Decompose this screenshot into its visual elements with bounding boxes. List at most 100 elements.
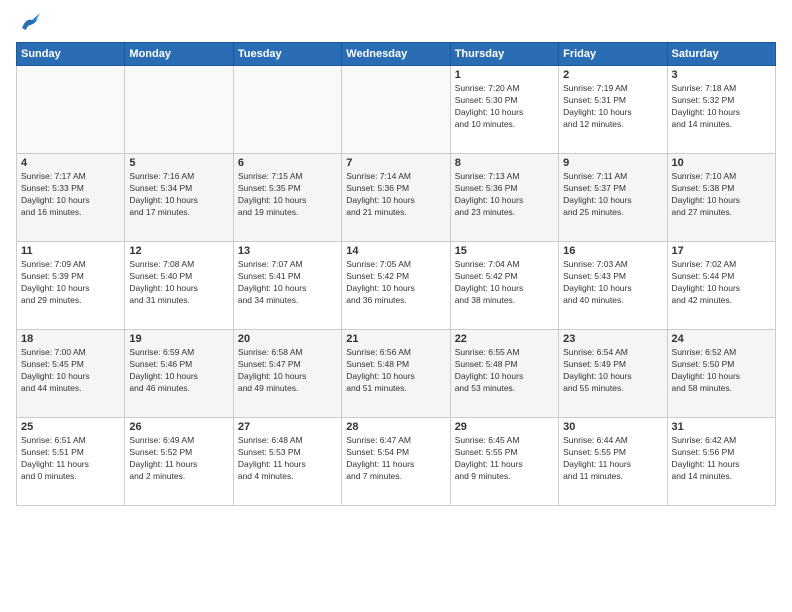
day-number: 25 — [21, 421, 120, 433]
calendar-cell — [342, 66, 450, 154]
calendar-week-4: 18Sunrise: 7:00 AMSunset: 5:45 PMDayligh… — [17, 330, 776, 418]
day-info: Sunrise: 7:11 AMSunset: 5:37 PMDaylight:… — [563, 171, 662, 219]
day-number: 1 — [455, 69, 554, 81]
day-info: Sunrise: 7:19 AMSunset: 5:31 PMDaylight:… — [563, 83, 662, 131]
calendar-header-row: SundayMondayTuesdayWednesdayThursdayFrid… — [17, 43, 776, 66]
calendar-cell: 17 Sunrise: 7:02 AMSunset: 5:44 PMDayligh… — [667, 242, 775, 330]
day-number: 3 — [672, 69, 771, 81]
calendar-cell: 30 Sunrise: 6:44 AMSunset: 5:55 PMDayligh… — [559, 418, 667, 506]
calendar-cell: 29Sunrise: 6:45 AMSunset: 5:55 PMDayligh… — [450, 418, 558, 506]
calendar-cell: 20 Sunrise: 6:58 AMSunset: 5:47 PMDayligh… — [233, 330, 341, 418]
calendar-cell: 6 Sunrise: 7:15 AMSunset: 5:35 PMDaylight… — [233, 154, 341, 242]
day-number: 19 — [129, 333, 228, 345]
day-number: 26 — [129, 421, 228, 433]
day-number: 6 — [238, 157, 337, 169]
calendar-cell: 22 Sunrise: 6:55 AMSunset: 5:48 PMDayligh… — [450, 330, 558, 418]
day-info: Sunrise: 6:52 AMSunset: 5:50 PMDaylight:… — [672, 347, 771, 395]
logo-bird-icon — [18, 12, 40, 34]
day-info: Sunrise: 7:10 AMSunset: 5:38 PMDaylight:… — [672, 171, 771, 219]
day-info: Sunrise: 7:17 AMSunset: 5:33 PMDaylight:… — [21, 171, 120, 219]
weekday-header-wednesday: Wednesday — [342, 43, 450, 66]
calendar-cell: 11 Sunrise: 7:09 AMSunset: 5:39 PMDayligh… — [17, 242, 125, 330]
day-info: Sunrise: 7:07 AMSunset: 5:41 PMDaylight:… — [238, 259, 337, 307]
day-info: Sunrise: 7:03 AMSunset: 5:43 PMDaylight:… — [563, 259, 662, 307]
day-number: 28 — [346, 421, 445, 433]
day-number: 11 — [21, 245, 120, 257]
day-number: 13 — [238, 245, 337, 257]
day-info: Sunrise: 6:45 AMSunset: 5:55 PMDaylight:… — [455, 435, 554, 483]
calendar-cell: 8 Sunrise: 7:13 AMSunset: 5:36 PMDaylight… — [450, 154, 558, 242]
day-number: 2 — [563, 69, 662, 81]
day-number: 16 — [563, 245, 662, 257]
calendar-cell: 4 Sunrise: 7:17 AMSunset: 5:33 PMDaylight… — [17, 154, 125, 242]
day-info: Sunrise: 6:47 AMSunset: 5:54 PMDaylight:… — [346, 435, 445, 483]
day-info: Sunrise: 7:13 AMSunset: 5:36 PMDaylight:… — [455, 171, 554, 219]
calendar-cell: 12Sunrise: 7:08 AMSunset: 5:40 PMDayligh… — [125, 242, 233, 330]
calendar-cell — [17, 66, 125, 154]
day-info: Sunrise: 6:51 AMSunset: 5:51 PMDaylight:… — [21, 435, 120, 483]
calendar-cell: 26 Sunrise: 6:49 AMSunset: 5:52 PMDayligh… — [125, 418, 233, 506]
day-number: 9 — [563, 157, 662, 169]
calendar-cell: 5 Sunrise: 7:16 AMSunset: 5:34 PMDaylight… — [125, 154, 233, 242]
day-number: 22 — [455, 333, 554, 345]
day-info: Sunrise: 7:16 AMSunset: 5:34 PMDaylight:… — [129, 171, 228, 219]
calendar: SundayMondayTuesdayWednesdayThursdayFrid… — [16, 42, 776, 506]
day-info: Sunrise: 7:02 AMSunset: 5:44 PMDaylight:… — [672, 259, 771, 307]
day-info: Sunrise: 6:48 AMSunset: 5:53 PMDaylight:… — [238, 435, 337, 483]
day-info: Sunrise: 6:49 AMSunset: 5:52 PMDaylight:… — [129, 435, 228, 483]
calendar-cell: 25 Sunrise: 6:51 AMSunset: 5:51 PMDayligh… — [17, 418, 125, 506]
calendar-week-2: 4 Sunrise: 7:17 AMSunset: 5:33 PMDaylight… — [17, 154, 776, 242]
day-info: Sunrise: 6:59 AMSunset: 5:46 PMDaylight:… — [129, 347, 228, 395]
day-number: 21 — [346, 333, 445, 345]
weekday-header-sunday: Sunday — [17, 43, 125, 66]
calendar-cell: 19 Sunrise: 6:59 AMSunset: 5:46 PMDayligh… — [125, 330, 233, 418]
calendar-cell: 13 Sunrise: 7:07 AMSunset: 5:41 PMDayligh… — [233, 242, 341, 330]
day-number: 15 — [455, 245, 554, 257]
day-number: 27 — [238, 421, 337, 433]
day-number: 4 — [21, 157, 120, 169]
calendar-week-1: 1 Sunrise: 7:20 AMSunset: 5:30 PMDaylight… — [17, 66, 776, 154]
day-info: Sunrise: 6:58 AMSunset: 5:47 PMDaylight:… — [238, 347, 337, 395]
day-number: 20 — [238, 333, 337, 345]
calendar-week-3: 11 Sunrise: 7:09 AMSunset: 5:39 PMDayligh… — [17, 242, 776, 330]
day-number: 7 — [346, 157, 445, 169]
day-info: Sunrise: 6:55 AMSunset: 5:48 PMDaylight:… — [455, 347, 554, 395]
calendar-cell: 31Sunrise: 6:42 AMSunset: 5:56 PMDayligh… — [667, 418, 775, 506]
calendar-cell: 9 Sunrise: 7:11 AMSunset: 5:37 PMDaylight… — [559, 154, 667, 242]
day-number: 30 — [563, 421, 662, 433]
day-number: 8 — [455, 157, 554, 169]
day-info: Sunrise: 7:15 AMSunset: 5:35 PMDaylight:… — [238, 171, 337, 219]
day-info: Sunrise: 7:09 AMSunset: 5:39 PMDaylight:… — [21, 259, 120, 307]
weekday-header-tuesday: Tuesday — [233, 43, 341, 66]
weekday-header-thursday: Thursday — [450, 43, 558, 66]
day-number: 24 — [672, 333, 771, 345]
day-info: Sunrise: 6:44 AMSunset: 5:55 PMDaylight:… — [563, 435, 662, 483]
calendar-cell: 7 Sunrise: 7:14 AMSunset: 5:36 PMDaylight… — [342, 154, 450, 242]
calendar-cell: 16 Sunrise: 7:03 AMSunset: 5:43 PMDayligh… — [559, 242, 667, 330]
day-number: 5 — [129, 157, 228, 169]
day-info: Sunrise: 7:20 AMSunset: 5:30 PMDaylight:… — [455, 83, 554, 131]
weekday-header-friday: Friday — [559, 43, 667, 66]
calendar-cell: 18Sunrise: 7:00 AMSunset: 5:45 PMDayligh… — [17, 330, 125, 418]
calendar-cell: 28 Sunrise: 6:47 AMSunset: 5:54 PMDayligh… — [342, 418, 450, 506]
weekday-header-monday: Monday — [125, 43, 233, 66]
calendar-cell: 2 Sunrise: 7:19 AMSunset: 5:31 PMDaylight… — [559, 66, 667, 154]
day-info: Sunrise: 6:42 AMSunset: 5:56 PMDaylight:… — [672, 435, 771, 483]
page: SundayMondayTuesdayWednesdayThursdayFrid… — [0, 0, 792, 612]
day-number: 14 — [346, 245, 445, 257]
day-info: Sunrise: 7:18 AMSunset: 5:32 PMDaylight:… — [672, 83, 771, 131]
header — [16, 12, 776, 34]
calendar-cell: 24 Sunrise: 6:52 AMSunset: 5:50 PMDayligh… — [667, 330, 775, 418]
day-info: Sunrise: 7:05 AMSunset: 5:42 PMDaylight:… — [346, 259, 445, 307]
calendar-cell: 1 Sunrise: 7:20 AMSunset: 5:30 PMDaylight… — [450, 66, 558, 154]
day-info: Sunrise: 6:54 AMSunset: 5:49 PMDaylight:… — [563, 347, 662, 395]
calendar-cell: 27 Sunrise: 6:48 AMSunset: 5:53 PMDayligh… — [233, 418, 341, 506]
day-info: Sunrise: 7:14 AMSunset: 5:36 PMDaylight:… — [346, 171, 445, 219]
calendar-cell — [125, 66, 233, 154]
day-number: 23 — [563, 333, 662, 345]
day-number: 18 — [21, 333, 120, 345]
calendar-cell: 10Sunrise: 7:10 AMSunset: 5:38 PMDayligh… — [667, 154, 775, 242]
day-info: Sunrise: 7:04 AMSunset: 5:42 PMDaylight:… — [455, 259, 554, 307]
weekday-header-saturday: Saturday — [667, 43, 775, 66]
day-number: 17 — [672, 245, 771, 257]
